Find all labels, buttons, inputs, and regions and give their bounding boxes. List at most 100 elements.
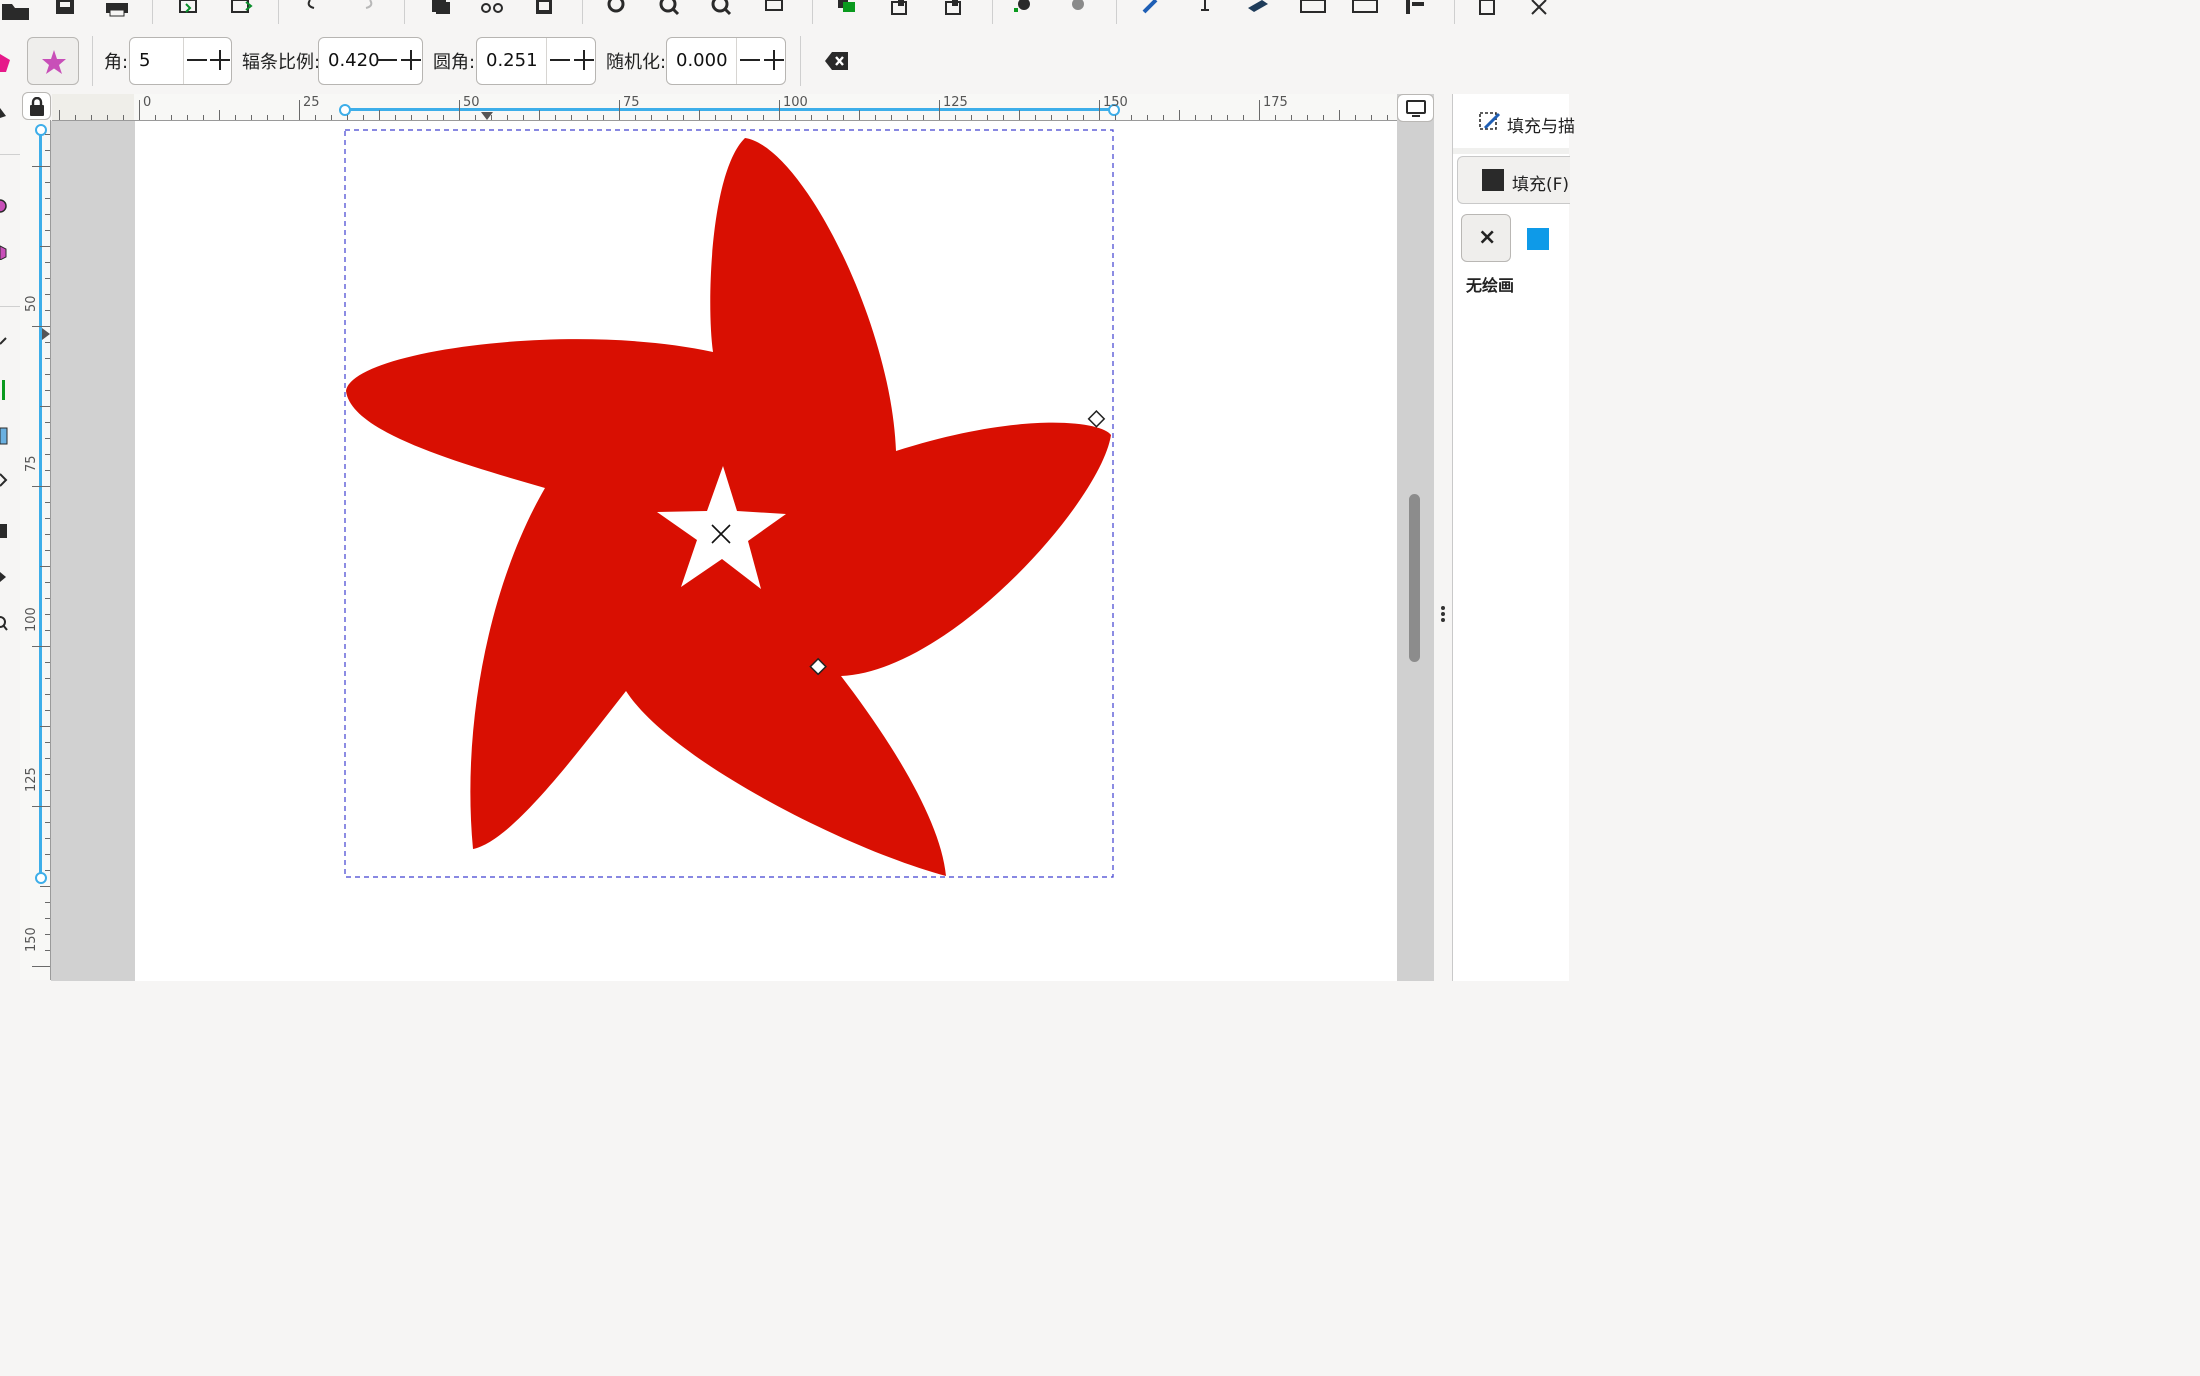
spoke-ratio-label: 辐条比例: [242,52,321,73]
copy-icon[interactable] [424,0,458,20]
rotation-center-mark[interactable] [711,524,731,544]
text-tool-icon[interactable] [0,426,8,446]
ruler-tick [1131,115,1132,120]
clone-icon[interactable] [884,0,918,20]
ruler-tick [187,115,188,120]
export-icon[interactable] [226,0,260,20]
ruler-tick [1019,110,1020,120]
duplicate-icon[interactable] [830,0,864,20]
vertical-ruler[interactable]: 50 75 100 125 150 [20,120,51,980]
rounded-increment-button[interactable] [571,47,597,73]
lock-guides-button[interactable] [22,92,51,120]
zoom-tool-icon[interactable] [0,616,8,632]
ruler-tick [45,550,50,551]
ruler-selection-bottom-handle[interactable] [35,872,47,884]
ruler-tick [45,838,50,839]
flat-color-swatch[interactable] [1527,228,1549,250]
rounded-star-shape[interactable] [346,138,1111,876]
ruler-tick [667,115,668,120]
preferences-icon[interactable] [1526,0,1560,20]
save-icon[interactable] [48,0,82,20]
ruler-tick [843,115,844,120]
canvas[interactable] [51,121,1397,981]
horizontal-ruler[interactable]: 0 25 50 75 100 125 150 175 [52,94,1397,121]
ruler-tick [971,115,972,120]
panel-divider[interactable] [1434,94,1452,981]
redo-icon[interactable] [350,0,384,20]
star-mode-button[interactable] [27,37,79,85]
no-paint-button[interactable]: × [1461,214,1511,262]
spoke-ratio-decrement-button[interactable] [374,47,400,73]
ruler-tick [987,115,988,120]
drawing-layer[interactable] [51,121,1397,981]
selectors-css-icon[interactable] [1348,0,1382,20]
ruler-tick [715,115,716,120]
import-icon[interactable] [172,0,206,20]
ruler-tick [155,115,156,120]
circle-tool-icon[interactable] [0,198,8,214]
ruler-tick [45,214,50,215]
rounded-decrement-button[interactable] [547,47,573,73]
unlink-clone-icon[interactable] [938,0,972,20]
zoom-page-icon[interactable] [704,0,738,20]
ruler-tick [923,115,924,120]
ruler-tick [40,566,50,567]
tab-fill[interactable]: 填充(F) [1457,156,1570,204]
rounded-value[interactable]: 0.251 [486,50,538,71]
ruler-tick [139,100,140,120]
vertical-scrollbar[interactable] [1397,94,1434,981]
ruler-tick [45,454,50,455]
text-font-icon[interactable] [1188,0,1222,20]
print-icon[interactable] [100,0,134,20]
cut-icon[interactable] [476,0,510,20]
corners-value[interactable]: 5 [139,50,150,71]
ungroup-icon[interactable] [1062,0,1096,20]
ruler-tick [1339,110,1340,120]
corners-increment-button[interactable] [207,47,233,73]
ruler-tick [45,502,50,503]
display-mode-button[interactable] [1397,94,1434,122]
ruler-tick [45,870,50,871]
pen-tool-icon[interactable] [0,334,8,348]
polygon-mode-icon[interactable] [0,50,12,74]
pencil-tool-icon[interactable] [0,380,8,400]
connector-tool-icon[interactable] [0,570,8,584]
ruler-label: 50 [463,95,480,110]
xml-editor-icon[interactable] [1296,0,1330,20]
fill-stroke-icon[interactable] [1134,0,1168,20]
zoom-page-width-icon[interactable] [758,0,792,20]
ruler-tick [45,182,50,183]
open-file-icon[interactable] [0,0,34,20]
scrollbar-thumb[interactable] [1409,494,1420,662]
ruler-tick [251,115,252,120]
align-distribute-icon[interactable] [1400,0,1434,20]
randomized-value[interactable]: 0.000 [676,50,728,71]
ruler-selection-start-handle[interactable] [339,104,351,116]
group-icon[interactable] [1008,0,1042,20]
rounded-spinbox[interactable]: 0.251 [476,37,596,85]
selector-tool-icon[interactable] [0,108,8,122]
box3d-tool-icon[interactable] [0,244,8,260]
layers-icon[interactable] [1242,0,1276,20]
randomized-decrement-button[interactable] [737,47,763,73]
document-properties-icon[interactable] [1472,0,1506,20]
ruler-tick [507,115,508,120]
tip-handle[interactable] [1087,410,1106,428]
spoke-ratio-spinbox[interactable]: 0.420 [318,37,423,85]
ruler-tick [32,966,50,967]
spoke-ratio-value[interactable]: 0.420 [328,50,380,71]
corners-spinbox[interactable]: 5 [129,37,232,85]
ruler-tick [1115,115,1116,120]
undo-icon[interactable] [298,0,332,20]
zoom-drawing-icon[interactable] [652,0,686,20]
randomized-increment-button[interactable] [761,47,787,73]
node-tool-icon[interactable] [0,472,8,488]
spoke-ratio-increment-button[interactable] [398,47,424,73]
spray-tool-icon[interactable] [0,518,8,538]
tab-fill-stroke[interactable]: 填充与描 [1463,94,1575,152]
paste-icon[interactable] [528,0,562,20]
randomized-spinbox[interactable]: 0.000 [666,37,786,85]
reset-defaults-icon[interactable] [824,50,850,72]
ruler-tick [267,115,268,120]
zoom-selection-icon[interactable] [600,0,634,20]
